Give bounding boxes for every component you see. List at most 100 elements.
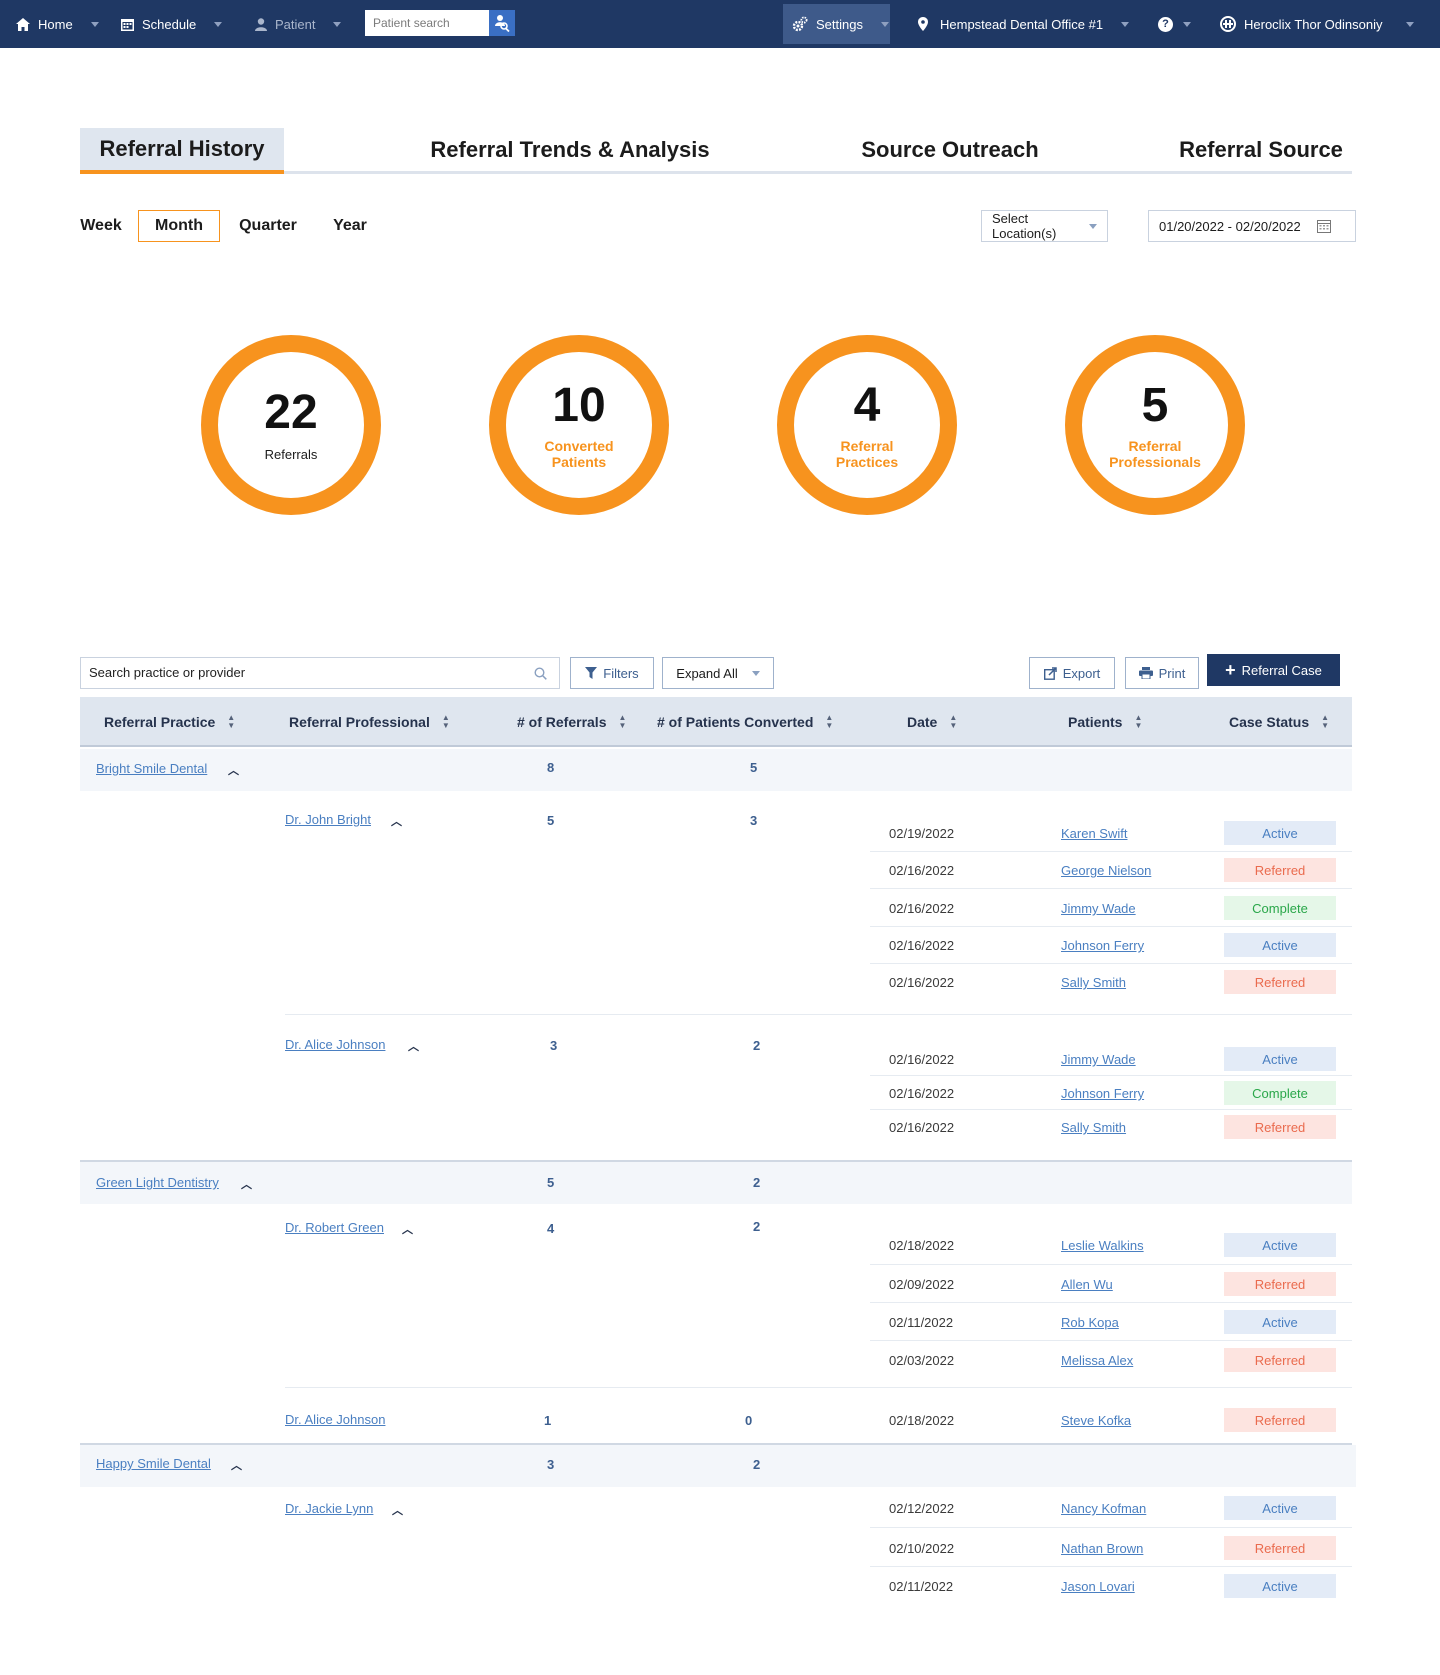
patient-search-button[interactable] xyxy=(489,10,515,36)
professional-link[interactable]: Dr. Jackie Lynn xyxy=(285,1501,373,1516)
patient-link[interactable]: George Nielson xyxy=(1061,863,1151,878)
period-quarter[interactable]: Quarter xyxy=(236,210,300,242)
stat-referral-professionals: 5 Referral Professionals xyxy=(1065,335,1245,515)
nav-help[interactable]: ? xyxy=(1158,0,1191,48)
practice-link[interactable]: Happy Smile Dental xyxy=(96,1456,211,1471)
patient-link[interactable]: Jimmy Wade xyxy=(1061,1052,1136,1067)
chevron-up-icon[interactable]: ︿ xyxy=(228,762,239,778)
nav-schedule[interactable]: Schedule xyxy=(121,0,223,48)
print-button[interactable]: Print xyxy=(1125,657,1199,689)
case-date: 02/03/2022 xyxy=(889,1353,955,1368)
professional-link[interactable]: Dr. Robert Green xyxy=(285,1220,384,1235)
home-icon xyxy=(16,17,30,31)
stat-referral-practices: 4 Referral Practices xyxy=(777,335,957,515)
nav-user[interactable]: Heroclix Thor Odinsoniy xyxy=(1220,0,1415,48)
period-week[interactable]: Week xyxy=(80,210,122,242)
referrals-count: 5 xyxy=(547,1175,555,1190)
case-date: 02/16/2022 xyxy=(889,863,955,878)
patient-link[interactable]: Nancy Kofman xyxy=(1061,1501,1146,1516)
col-case-status[interactable]: Case Status ▲ ▼ xyxy=(1229,697,1329,747)
chevron-up-icon[interactable]: ︿ xyxy=(408,1038,419,1054)
print-label: Print xyxy=(1158,665,1186,681)
professional-link[interactable]: Dr. Alice Johnson xyxy=(285,1412,385,1427)
tab-referral-trends[interactable]: Referral Trends & Analysis xyxy=(420,128,720,171)
professional-link[interactable]: Dr. John Bright xyxy=(285,812,371,827)
patient-search-input[interactable]: Patient search xyxy=(365,10,489,36)
col-num-referrals[interactable]: # of Referrals ▲ ▼ xyxy=(517,697,626,747)
practice-search-input[interactable]: Search practice or provider xyxy=(80,657,560,689)
status-badge: Active xyxy=(1224,1574,1336,1598)
export-label: Export xyxy=(1062,665,1101,681)
nav-home[interactable]: Home xyxy=(16,0,99,48)
stat-referrals-value: 22 xyxy=(264,386,318,439)
case-date: 02/10/2022 xyxy=(889,1541,955,1556)
patient-link[interactable]: Jason Lovari xyxy=(1061,1579,1135,1594)
tab-referral-history[interactable]: Referral History xyxy=(80,128,284,174)
period-year[interactable]: Year xyxy=(328,210,372,242)
patient-link[interactable]: Allen Wu xyxy=(1061,1277,1113,1292)
stat-converted-patients: 10 Converted Patients xyxy=(489,335,669,515)
practice-link[interactable]: Green Light Dentistry xyxy=(96,1175,219,1190)
practice-link[interactable]: Bright Smile Dental xyxy=(96,761,207,776)
nav-location[interactable]: Hempstead Dental Office #1 xyxy=(918,0,1130,48)
divider xyxy=(285,1014,1352,1015)
sort-icon: ▲ ▼ xyxy=(1321,713,1330,730)
date-range-value: 01/20/2022 - 02/20/2022 xyxy=(1159,218,1301,234)
converted-count: 2 xyxy=(753,1175,761,1190)
nav-settings-label: Settings xyxy=(816,16,863,32)
status-badge: Active xyxy=(1224,933,1336,957)
col-patients-converted[interactable]: # of Patients Converted ▲ ▼ xyxy=(657,697,833,747)
col-date[interactable]: Date ▲ ▼ xyxy=(907,697,957,747)
patient-link[interactable]: Rob Kopa xyxy=(1061,1315,1119,1330)
row-divider xyxy=(870,1566,1352,1567)
location-select-label: Select Location(s) xyxy=(992,211,1057,241)
chevron-up-icon[interactable]: ︿ xyxy=(392,1502,403,1518)
nav-patient[interactable]: Patient xyxy=(255,0,342,48)
col-referral-practice[interactable]: Referral Practice ▲ ▼ xyxy=(104,697,235,747)
chevron-down-icon xyxy=(751,670,760,676)
filters-button[interactable]: Filters xyxy=(570,657,654,689)
sort-icon: ▲ ▼ xyxy=(441,713,450,730)
patient-link[interactable]: Sally Smith xyxy=(1061,1120,1126,1135)
patient-link[interactable]: Sally Smith xyxy=(1061,975,1126,990)
printer-icon xyxy=(1138,667,1153,679)
chevron-up-icon[interactable]: ︿ xyxy=(241,1176,252,1192)
chevron-up-icon[interactable]: ︿ xyxy=(391,813,402,829)
row-divider xyxy=(870,1340,1352,1341)
row-divider xyxy=(870,926,1352,927)
patient-link[interactable]: Steve Kofka xyxy=(1061,1413,1131,1428)
export-button[interactable]: Export xyxy=(1029,657,1115,689)
chevron-up-icon[interactable]: ︿ xyxy=(231,1457,242,1473)
converted-count: 0 xyxy=(745,1413,753,1428)
status-badge: Referred xyxy=(1224,858,1336,882)
patient-link[interactable]: Johnson Ferry xyxy=(1061,938,1144,953)
expand-all-select[interactable]: Expand All xyxy=(662,657,774,689)
patient-link[interactable]: Nathan Brown xyxy=(1061,1541,1143,1556)
patient-link[interactable]: Melissa Alex xyxy=(1061,1353,1133,1368)
patient-link[interactable]: Jimmy Wade xyxy=(1061,901,1136,916)
patient-link[interactable]: Leslie Walkins xyxy=(1061,1238,1144,1253)
professional-link[interactable]: Dr. Alice Johnson xyxy=(285,1037,385,1052)
sort-icon: ▲ ▼ xyxy=(618,713,627,730)
tab-referral-source[interactable]: Referral Source xyxy=(1170,128,1352,171)
status-badge: Complete xyxy=(1224,1081,1336,1105)
chevron-up-icon[interactable]: ︿ xyxy=(402,1221,413,1237)
case-date: 02/09/2022 xyxy=(889,1277,955,1292)
row-divider xyxy=(870,1302,1352,1303)
converted-count: 2 xyxy=(753,1038,761,1053)
nav-settings[interactable]: Settings xyxy=(792,0,889,48)
search-icon xyxy=(534,667,547,680)
location-select[interactable]: Select Location(s) xyxy=(981,210,1108,242)
add-referral-case-button[interactable]: + Referral Case xyxy=(1207,654,1340,686)
col-referral-professional[interactable]: Referral Professional ▲ ▼ xyxy=(289,697,450,747)
col-patients[interactable]: Patients ▲ ▼ xyxy=(1068,697,1142,747)
period-month[interactable]: Month xyxy=(138,210,220,242)
case-date: 02/11/2022 xyxy=(889,1579,954,1594)
stat-converted-label: Converted Patients xyxy=(544,438,614,470)
chevron-down-icon xyxy=(214,21,223,27)
converted-count: 3 xyxy=(750,813,758,828)
patient-link[interactable]: Karen Swift xyxy=(1061,826,1127,841)
patient-link[interactable]: Johnson Ferry xyxy=(1061,1086,1144,1101)
date-range-picker[interactable]: 01/20/2022 - 02/20/2022 xyxy=(1148,210,1356,242)
tab-source-outreach[interactable]: Source Outreach xyxy=(840,128,1060,171)
